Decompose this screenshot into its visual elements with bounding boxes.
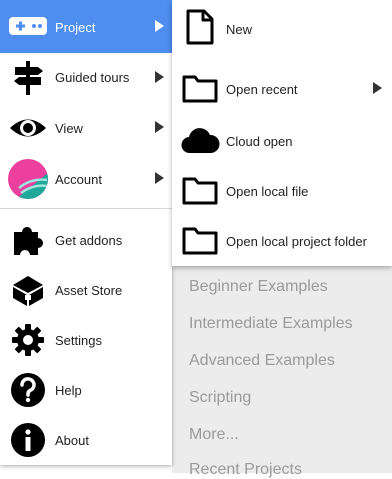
submenu-item-label: New [226,22,253,37]
folder-icon [178,170,222,210]
menu-item-label: Asset Store [55,283,123,298]
main-menu: Project Guided tours View Account Get ad… [0,0,172,465]
question-icon [6,368,50,412]
menu-item-get-addons[interactable]: Get addons [0,215,172,265]
menu-item-label: View [55,121,83,136]
gear-icon [6,318,50,362]
info-icon [6,418,50,462]
submenu-item-label: Open recent [226,82,298,97]
chevron-right-icon [155,20,164,32]
treasure-chest-icon [6,268,50,312]
avatar [6,157,50,201]
menu-item-label: Settings [55,333,102,348]
menu-item-guided-tours[interactable]: Guided tours [0,53,172,103]
eye-icon [6,106,50,150]
project-submenu: New Open recent Cloud open Open local fi… [172,0,392,266]
menu-item-view[interactable]: View [0,103,172,153]
menu-item-asset-store[interactable]: Asset Store [0,265,172,315]
submenu-item-label: Open local file [226,184,309,199]
beginner-examples-link[interactable]: Beginner Examples [189,278,328,296]
menu-item-label: Get addons [55,233,123,248]
gamepad-icon [6,4,50,48]
menu-item-label: About [55,433,89,448]
submenu-item-open-local-file[interactable]: Open local file [172,164,392,216]
puzzle-icon [6,218,50,262]
submenu-item-open-local-project-folder[interactable]: Open local project folder [172,214,392,266]
cloud-icon [178,120,222,160]
chevron-right-icon [155,172,164,184]
new-file-icon [178,7,222,47]
menu-item-project[interactable]: Project [0,0,172,53]
menu-item-label: Project [55,20,96,35]
menu-item-about[interactable]: About [0,415,172,465]
menu-item-label: Account [55,172,102,187]
menu-divider [0,208,172,209]
menu-item-account[interactable]: Account [0,153,172,206]
submenu-item-label: Open local project folder [226,234,367,249]
chevron-right-icon [373,82,382,94]
menu-item-help[interactable]: Help [0,365,172,415]
folder-icon [178,68,222,108]
menu-item-label: Guided tours [55,70,130,85]
submenu-item-cloud-open[interactable]: Cloud open [172,114,392,166]
intermediate-examples-link[interactable]: Intermediate Examples [189,315,353,333]
signpost-icon [6,56,50,100]
submenu-item-open-recent[interactable]: Open recent [172,62,392,114]
chevron-right-icon [155,121,164,133]
menu-item-settings[interactable]: Settings [0,315,172,365]
submenu-item-label: Cloud open [226,134,293,149]
chevron-right-icon [155,71,164,83]
menu-item-label: Help [55,383,82,398]
recent-projects-link[interactable]: Recent Projects [189,461,302,479]
submenu-item-new[interactable]: New [172,0,392,55]
scripting-link[interactable]: Scripting [189,389,251,407]
advanced-examples-link[interactable]: Advanced Examples [189,352,335,370]
folder-icon [178,220,222,260]
more-link[interactable]: More... [189,426,239,444]
